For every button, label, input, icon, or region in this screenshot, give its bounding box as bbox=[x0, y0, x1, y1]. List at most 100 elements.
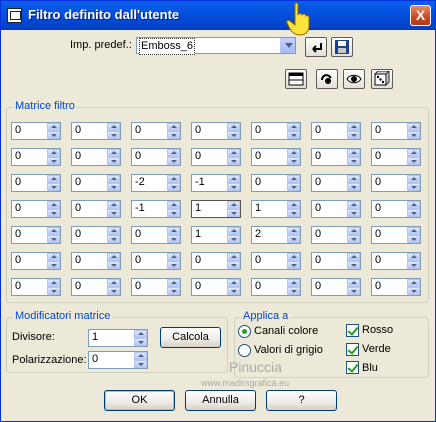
spin-up-icon[interactable] bbox=[407, 279, 420, 287]
spin-down-icon[interactable] bbox=[407, 261, 420, 269]
matrix-cell-spinner[interactable]: 0 bbox=[371, 174, 421, 192]
spin-up-icon[interactable] bbox=[134, 330, 147, 338]
spin-down-icon[interactable] bbox=[107, 261, 120, 269]
spin-down-icon[interactable] bbox=[107, 209, 120, 217]
spin-down-icon[interactable] bbox=[227, 157, 240, 165]
spin-down-icon[interactable] bbox=[47, 157, 60, 165]
spin-down-icon[interactable] bbox=[407, 235, 420, 243]
spin-up-icon[interactable] bbox=[167, 175, 180, 183]
spin-down-icon[interactable] bbox=[47, 287, 60, 295]
matrix-cell-spinner[interactable]: 0 bbox=[251, 278, 301, 296]
matrix-cell-spinner[interactable]: 0 bbox=[311, 226, 361, 244]
spin-up-icon[interactable] bbox=[107, 201, 120, 209]
spin-up-icon[interactable] bbox=[47, 175, 60, 183]
spin-down-icon[interactable] bbox=[347, 209, 360, 217]
spin-down-icon[interactable] bbox=[347, 287, 360, 295]
matrix-cell-spinner[interactable]: 0 bbox=[11, 200, 61, 218]
spin-down-icon[interactable] bbox=[347, 235, 360, 243]
spin-up-icon[interactable] bbox=[227, 123, 240, 131]
spin-down-icon[interactable] bbox=[167, 131, 180, 139]
matrix-cell-spinner[interactable]: 0 bbox=[311, 122, 361, 140]
window-preview-button[interactable] bbox=[285, 69, 307, 89]
spin-up-icon[interactable] bbox=[227, 175, 240, 183]
spin-up-icon[interactable] bbox=[47, 279, 60, 287]
spin-down-icon[interactable] bbox=[287, 261, 300, 269]
spin-down-icon[interactable] bbox=[107, 287, 120, 295]
spin-up-icon[interactable] bbox=[407, 227, 420, 235]
divisor-spinner[interactable]: 1 bbox=[88, 329, 148, 347]
matrix-cell-spinner[interactable]: 0 bbox=[71, 148, 121, 166]
spin-up-icon[interactable] bbox=[287, 279, 300, 287]
spin-up-icon[interactable] bbox=[107, 175, 120, 183]
spin-down-icon[interactable] bbox=[407, 209, 420, 217]
spin-up-icon[interactable] bbox=[347, 123, 360, 131]
matrix-cell-spinner[interactable]: 0 bbox=[71, 174, 121, 192]
spin-up-icon[interactable] bbox=[227, 253, 240, 261]
spin-down-icon[interactable] bbox=[287, 157, 300, 165]
red-checkbox[interactable] bbox=[346, 324, 359, 337]
spin-up-icon[interactable] bbox=[287, 175, 300, 183]
ok-button[interactable]: OK bbox=[104, 390, 175, 411]
spin-down-icon[interactable] bbox=[227, 183, 240, 191]
spin-up-icon[interactable] bbox=[347, 253, 360, 261]
spin-up-icon[interactable] bbox=[287, 149, 300, 157]
spin-up-icon[interactable] bbox=[107, 227, 120, 235]
matrix-cell-spinner[interactable]: 0 bbox=[131, 148, 181, 166]
matrix-cell-spinner[interactable]: -2 bbox=[131, 174, 181, 192]
spin-up-icon[interactable] bbox=[407, 253, 420, 261]
matrix-cell-spinner[interactable]: -1 bbox=[191, 174, 241, 192]
matrix-cell-spinner[interactable]: 0 bbox=[371, 148, 421, 166]
spin-up-icon[interactable] bbox=[107, 279, 120, 287]
matrix-cell-spinner[interactable]: 0 bbox=[251, 148, 301, 166]
spin-up-icon[interactable] bbox=[47, 227, 60, 235]
matrix-cell-spinner[interactable]: 0 bbox=[11, 252, 61, 270]
spin-down-icon[interactable] bbox=[47, 209, 60, 217]
spin-down-icon[interactable] bbox=[227, 235, 240, 243]
matrix-cell-spinner[interactable]: 0 bbox=[191, 122, 241, 140]
matrix-cell-spinner[interactable]: 0 bbox=[371, 200, 421, 218]
matrix-cell-spinner[interactable]: 0 bbox=[371, 226, 421, 244]
matrix-cell-spinner[interactable]: 2 bbox=[251, 226, 301, 244]
spin-down-icon[interactable] bbox=[287, 131, 300, 139]
spin-down-icon[interactable] bbox=[407, 131, 420, 139]
matrix-cell-spinner[interactable]: 1 bbox=[251, 200, 301, 218]
matrix-cell-spinner[interactable]: 0 bbox=[371, 252, 421, 270]
spin-up-icon[interactable] bbox=[287, 123, 300, 131]
spin-up-icon[interactable] bbox=[107, 123, 120, 131]
spin-down-icon[interactable] bbox=[407, 183, 420, 191]
matrix-cell-spinner[interactable]: 0 bbox=[71, 200, 121, 218]
spin-up-icon[interactable] bbox=[107, 253, 120, 261]
calculate-button[interactable]: Calcola bbox=[160, 327, 221, 348]
color-channels-radio[interactable] bbox=[238, 325, 251, 338]
spin-down-icon[interactable] bbox=[134, 360, 147, 368]
spin-down-icon[interactable] bbox=[167, 209, 180, 217]
spin-down-icon[interactable] bbox=[287, 287, 300, 295]
matrix-cell-spinner[interactable]: 0 bbox=[11, 278, 61, 296]
spin-up-icon[interactable] bbox=[227, 201, 240, 209]
spin-up-icon[interactable] bbox=[47, 149, 60, 157]
spin-up-icon[interactable] bbox=[167, 201, 180, 209]
matrix-cell-spinner[interactable]: 0 bbox=[11, 122, 61, 140]
matrix-cell-spinner[interactable]: 1 bbox=[191, 200, 241, 218]
matrix-cell-spinner[interactable]: 0 bbox=[191, 278, 241, 296]
spin-up-icon[interactable] bbox=[47, 123, 60, 131]
spin-down-icon[interactable] bbox=[347, 183, 360, 191]
matrix-cell-spinner[interactable]: 0 bbox=[71, 226, 121, 244]
title-bar[interactable]: Filtro definito dall'utente X bbox=[1, 1, 435, 30]
random-dice-button[interactable] bbox=[371, 69, 393, 89]
spin-up-icon[interactable] bbox=[407, 123, 420, 131]
matrix-cell-spinner[interactable]: 0 bbox=[251, 252, 301, 270]
spin-down-icon[interactable] bbox=[227, 209, 240, 217]
green-checkbox[interactable] bbox=[346, 343, 359, 356]
matrix-cell-spinner[interactable]: 0 bbox=[311, 252, 361, 270]
help-button[interactable]: ? bbox=[266, 390, 337, 411]
randomize-button[interactable] bbox=[316, 69, 338, 89]
close-button[interactable]: X bbox=[410, 5, 431, 26]
spin-down-icon[interactable] bbox=[227, 287, 240, 295]
matrix-cell-spinner[interactable]: 0 bbox=[131, 252, 181, 270]
spin-down-icon[interactable] bbox=[167, 183, 180, 191]
spin-up-icon[interactable] bbox=[227, 227, 240, 235]
matrix-cell-spinner[interactable]: 0 bbox=[131, 226, 181, 244]
save-preset-button[interactable] bbox=[331, 37, 353, 57]
spin-down-icon[interactable] bbox=[227, 261, 240, 269]
